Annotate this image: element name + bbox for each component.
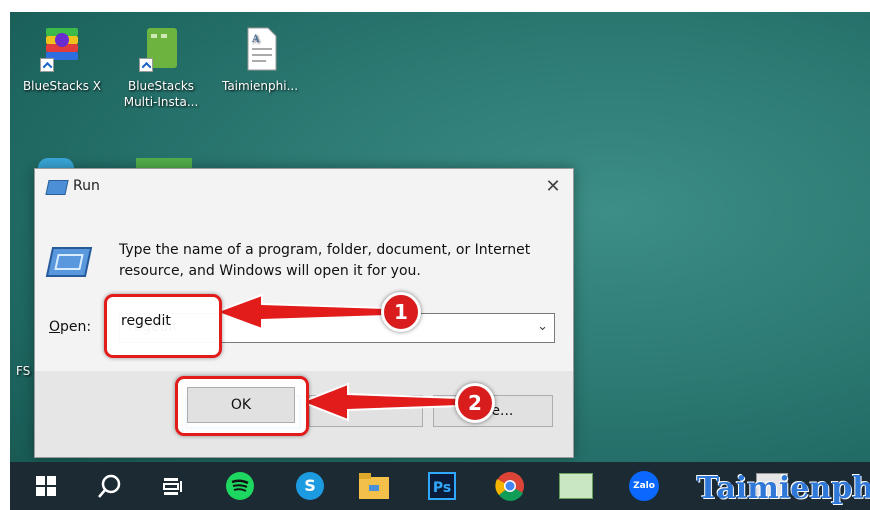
- desktop-icon-taimienphi[interactable]: A Taimienphi...: [210, 24, 310, 94]
- partial-desktop-label: FS: [16, 364, 31, 378]
- taskbar: S Ps Zalo Taimienph: [10, 462, 870, 510]
- open-label: Open:: [49, 319, 91, 335]
- zalo-icon[interactable]: Zalo: [626, 468, 662, 504]
- step-badge-2: 2: [455, 383, 495, 423]
- task-view-icon[interactable]: [154, 468, 190, 504]
- run-icon: [45, 180, 69, 195]
- windows-start-icon[interactable]: [28, 468, 64, 504]
- step-badge-1: 1: [381, 292, 421, 332]
- document-icon: A: [236, 24, 284, 72]
- highlight-ok-button: OK: [175, 376, 309, 436]
- open-label-text: pen:: [60, 319, 92, 335]
- svg-text:A: A: [251, 34, 260, 45]
- desktop-icon-label: Taimienphi...: [221, 79, 299, 93]
- highlight-open-value: regedit: [121, 313, 171, 329]
- photoshop-icon-text: Ps: [428, 472, 456, 500]
- dialog-titlebar[interactable]: Run ✕: [35, 169, 573, 205]
- desktop-icon-bluestacks-multi[interactable]: BlueStacks Multi-Insta...: [111, 24, 211, 110]
- highlight-open-input: regedit: [104, 294, 222, 358]
- desktop-icon-label: BlueStacks X: [22, 79, 102, 93]
- bluestacks-multi-instance-icon: [137, 24, 185, 72]
- run-large-icon: [45, 247, 93, 277]
- photoshop-icon[interactable]: Ps: [424, 468, 460, 504]
- open-label-accelerator: O: [49, 319, 61, 335]
- watermark-logo: Taimienph: [696, 471, 870, 506]
- zalo-icon-text: Zalo: [629, 471, 659, 501]
- desktop-icon-label: BlueStacks Multi-Insta...: [123, 79, 199, 109]
- skype-icon[interactable]: S: [292, 468, 328, 504]
- app-icon[interactable]: [558, 468, 594, 504]
- skype-icon-text: S: [296, 472, 324, 500]
- desktop: BlueStacks X BlueStacks Multi-Insta... A…: [10, 12, 870, 510]
- spotify-icon[interactable]: [222, 468, 258, 504]
- dialog-title: Run: [73, 178, 100, 194]
- file-explorer-icon[interactable]: [356, 468, 392, 504]
- cancel-button[interactable]: [309, 395, 423, 427]
- search-icon[interactable]: [92, 468, 128, 504]
- dialog-description: Type the name of a program, folder, docu…: [119, 242, 531, 279]
- bluestacks-x-icon: [38, 24, 86, 72]
- desktop-icon-bluestacks-x[interactable]: BlueStacks X: [12, 24, 112, 94]
- chrome-icon[interactable]: [492, 468, 528, 504]
- close-button[interactable]: ✕: [539, 173, 567, 201]
- highlight-ok-label[interactable]: OK: [187, 387, 295, 423]
- chevron-down-icon[interactable]: ⌄: [537, 319, 548, 334]
